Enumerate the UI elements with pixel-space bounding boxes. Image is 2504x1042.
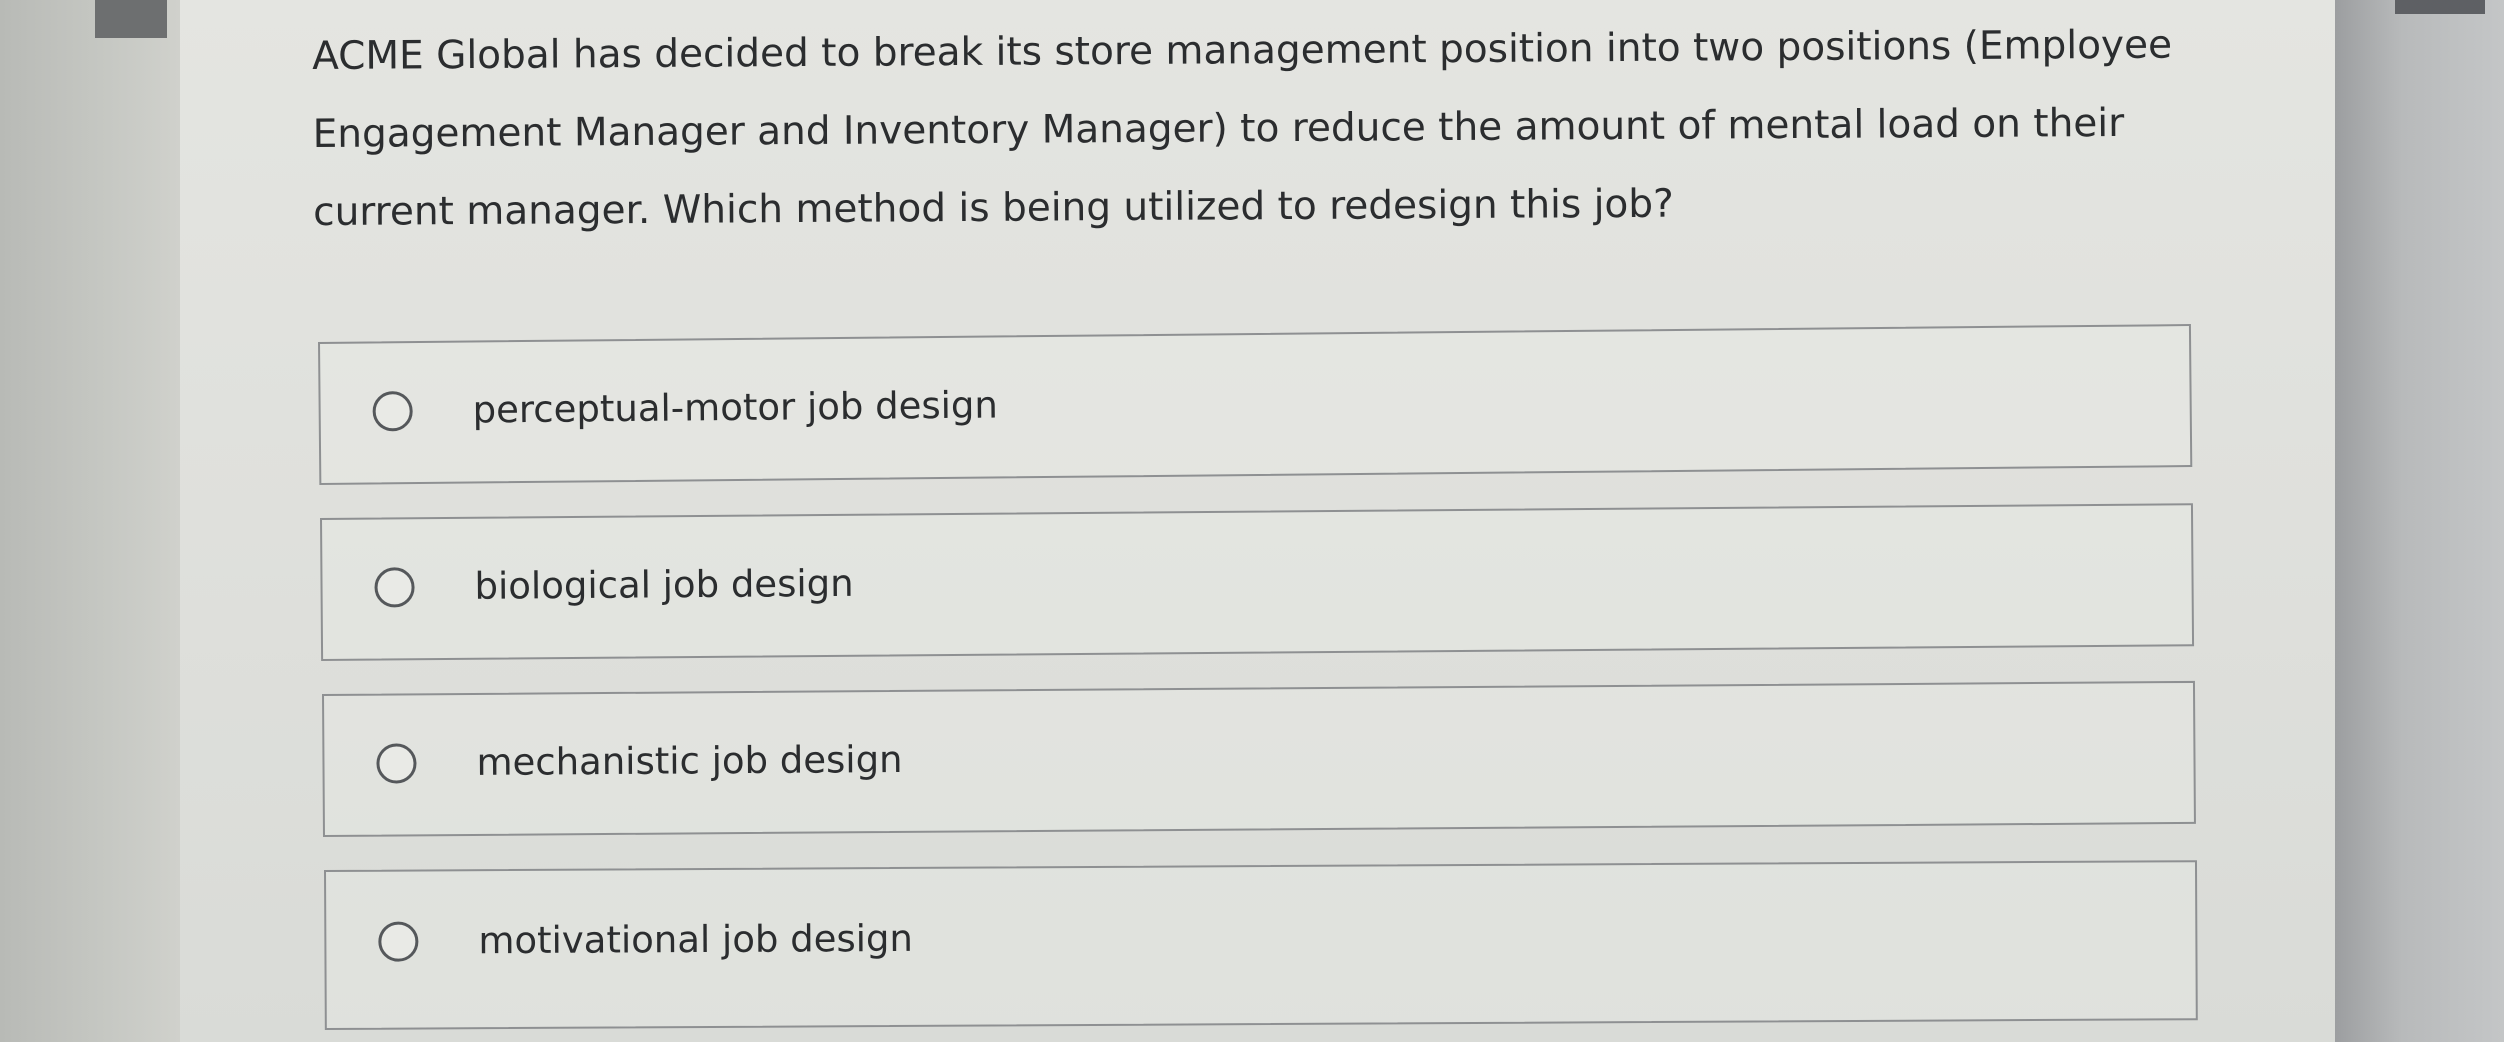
answer-option-biological[interactable]: biological job design	[320, 503, 2195, 661]
answer-option-label: biological job design	[474, 561, 854, 608]
radio-unchecked-icon[interactable]	[374, 566, 415, 608]
answer-option-perceptual-motor[interactable]: perceptual-motor job design	[318, 324, 2193, 485]
answer-option-mechanistic[interactable]: mechanistic job design	[322, 680, 2196, 837]
radio-unchecked-icon[interactable]	[376, 742, 417, 784]
top-left-bar	[95, 0, 167, 38]
question-text: ACME Global has decided to break its sto…	[312, 22, 2173, 235]
answer-option-label: mechanistic job design	[476, 737, 903, 784]
right-gutter	[2335, 0, 2504, 1042]
answer-option-label: motivational job design	[478, 916, 914, 963]
radio-unchecked-icon[interactable]	[372, 390, 413, 431]
top-right-bar	[2395, 0, 2485, 14]
answer-option-label: perceptual-motor job design	[472, 382, 999, 432]
left-gutter	[0, 0, 180, 1042]
radio-unchecked-icon[interactable]	[378, 921, 419, 962]
answer-option-motivational[interactable]: motivational job design	[324, 860, 2198, 1030]
